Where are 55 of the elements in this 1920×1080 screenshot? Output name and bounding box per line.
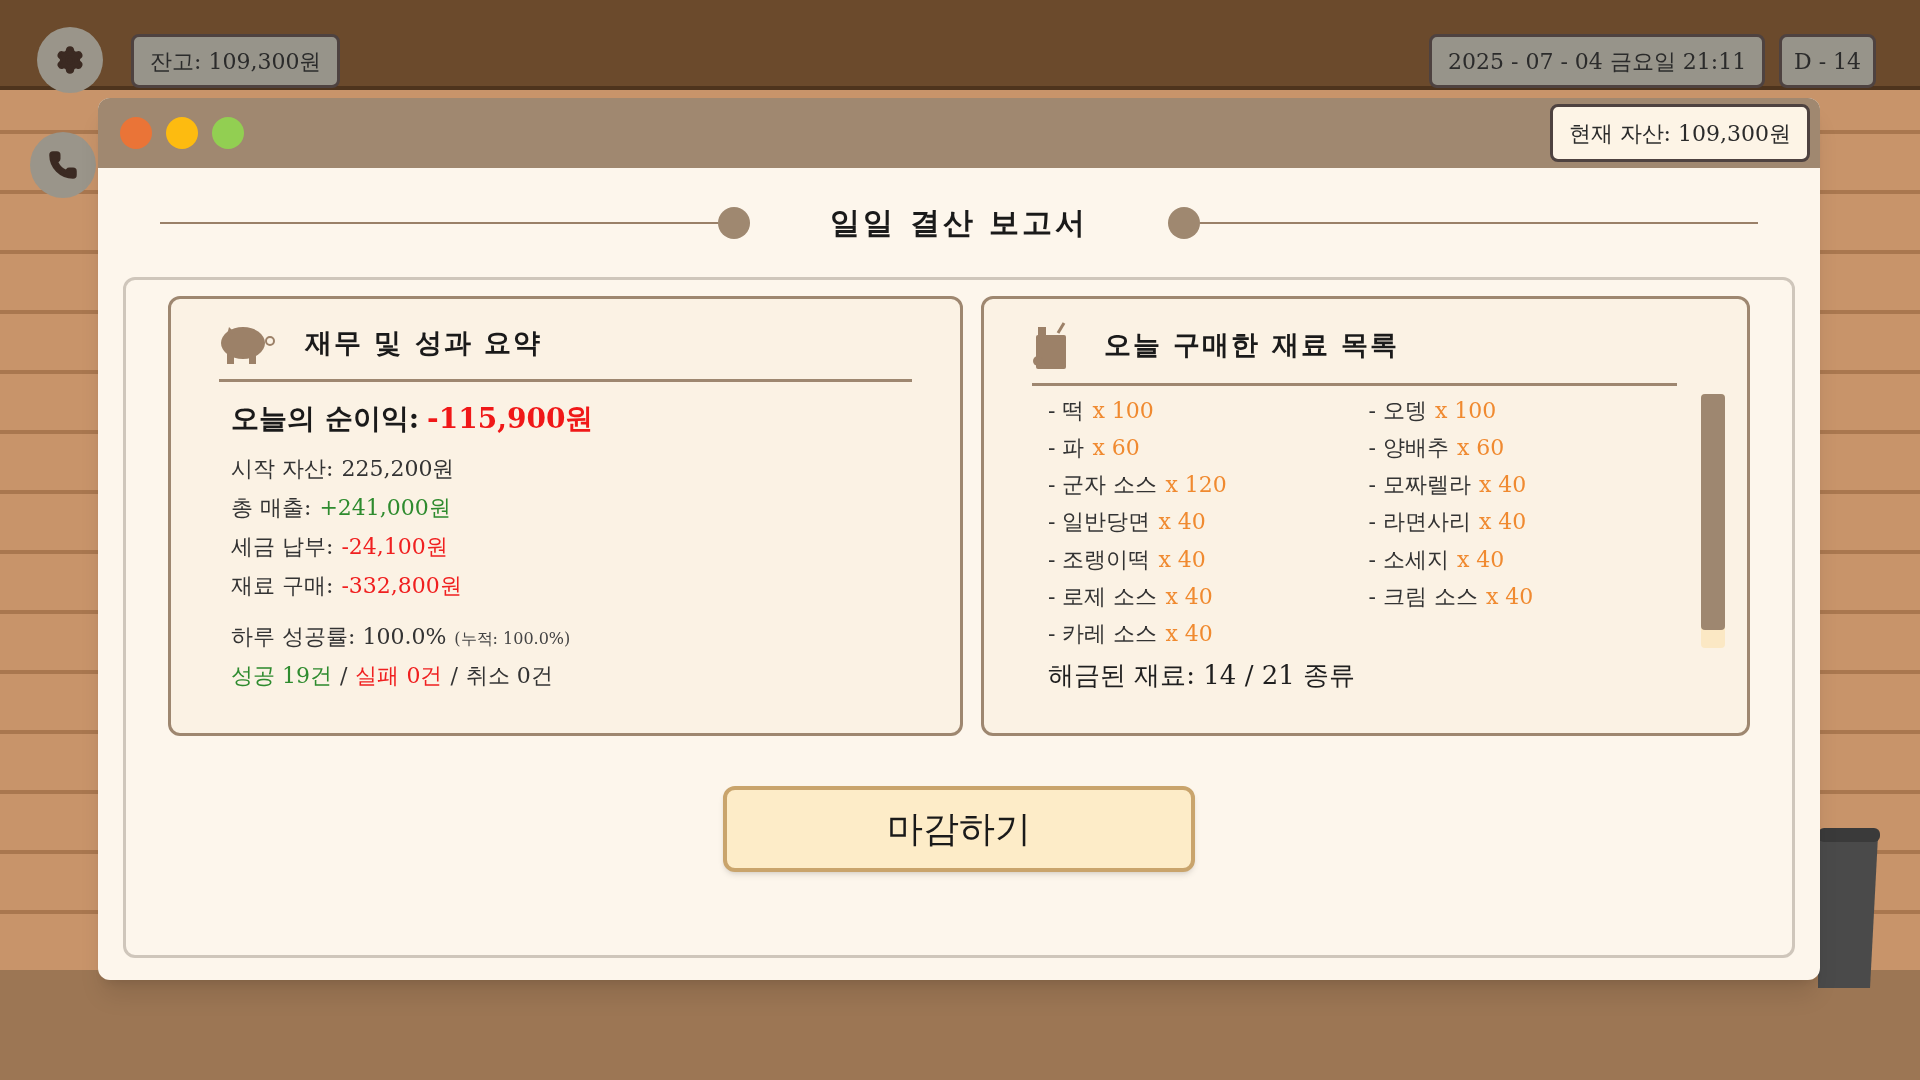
ingredient-quantity: x 40 bbox=[1456, 545, 1505, 574]
ingredients-title: 오늘 구매한 재료 목록 bbox=[1104, 327, 1400, 362]
settings-icon bbox=[55, 45, 85, 75]
close-day-button[interactable]: 마감하기 bbox=[723, 786, 1195, 872]
ingredient-name: - 크림 소스 bbox=[1368, 582, 1478, 611]
ingredient-name: - 카레 소스 bbox=[1048, 619, 1158, 648]
ingredient-quantity: x 40 bbox=[1165, 582, 1213, 611]
ingredient-quantity: x 40 bbox=[1158, 508, 1206, 537]
ingredient-name: - 라면사리 bbox=[1368, 508, 1471, 537]
ingredient-name: - 로제 소스 bbox=[1048, 582, 1158, 611]
ingredient-name: - 떡 bbox=[1048, 397, 1085, 425]
net-profit-value: -115,900원 bbox=[427, 401, 594, 437]
ingredient-name: - 소세지 bbox=[1368, 545, 1449, 574]
ingredient-quantity: x 40 bbox=[1165, 619, 1213, 648]
unlocked-ingredients: 해금된 재료: 14 / 21 종류 bbox=[1047, 659, 1356, 692]
day-counter-badge: D - 14 bbox=[1779, 34, 1877, 88]
ingredient-quantity: x 40 bbox=[1478, 471, 1527, 500]
summary-label: 세금 납부: bbox=[231, 533, 334, 561]
ingredient-quantity: x 100 bbox=[1434, 397, 1497, 425]
ingredient-quantity: x 100 bbox=[1092, 397, 1154, 425]
ingredient-name: - 조랭이떡 bbox=[1048, 545, 1151, 574]
separator-slash: / bbox=[450, 662, 458, 690]
ingredient-name: - 일반당면 bbox=[1048, 508, 1151, 537]
report-title: 일일 결산 보고서 bbox=[830, 204, 1088, 242]
order-count: 실패 0건 bbox=[355, 662, 443, 690]
order-count: 취소 0건 bbox=[465, 662, 553, 690]
current-assets-badge: 현재 자산: 109,300원 bbox=[1549, 104, 1810, 162]
ingredient-quantity: x 60 bbox=[1456, 434, 1505, 463]
balance-badge: 잔고: 109,300원 bbox=[131, 34, 341, 88]
ingredient-quantity: x 40 bbox=[1158, 545, 1206, 574]
ingredient-quantity: x 40 bbox=[1478, 508, 1527, 537]
summary-value: 225,200원 bbox=[341, 455, 455, 483]
ingredient-quantity: x 40 bbox=[1485, 582, 1534, 611]
separator-slash: / bbox=[340, 662, 348, 690]
datetime-badge: 2025 - 07 - 04 금요일 21:11 bbox=[1429, 34, 1766, 88]
ingredient-quantity: x 120 bbox=[1165, 471, 1227, 500]
summary-value: -24,100원 bbox=[341, 533, 448, 561]
ingredient-name: - 양배추 bbox=[1368, 434, 1449, 463]
ingredient-name: - 군자 소스 bbox=[1048, 471, 1158, 500]
summary-label: 총 매출: bbox=[231, 494, 312, 522]
cumulative-rate: (누적: 100.0%) bbox=[454, 628, 571, 650]
summary-label: 시작 자산: bbox=[231, 455, 334, 483]
ingredient-name: - 파 bbox=[1048, 434, 1085, 463]
order-count: 성공 19건 bbox=[231, 662, 332, 690]
net-profit-label: 오늘의 순이익: bbox=[231, 401, 420, 437]
ingredient-name: - 모짜렐라 bbox=[1368, 471, 1471, 500]
success-rate: 하루 성공률: 100.0% bbox=[231, 623, 447, 651]
summary-label: 재료 구매: bbox=[231, 572, 334, 600]
phone-icon bbox=[48, 150, 78, 180]
summary-title: 재무 및 성과 요약 bbox=[305, 325, 543, 360]
ingredient-quantity: x 60 bbox=[1092, 434, 1140, 463]
summary-value: -332,800원 bbox=[341, 572, 462, 600]
ingredient-name: - 오뎅 bbox=[1368, 397, 1427, 425]
summary-value: +241,000원 bbox=[319, 494, 451, 522]
grocery-bag-icon bbox=[1032, 321, 1068, 369]
